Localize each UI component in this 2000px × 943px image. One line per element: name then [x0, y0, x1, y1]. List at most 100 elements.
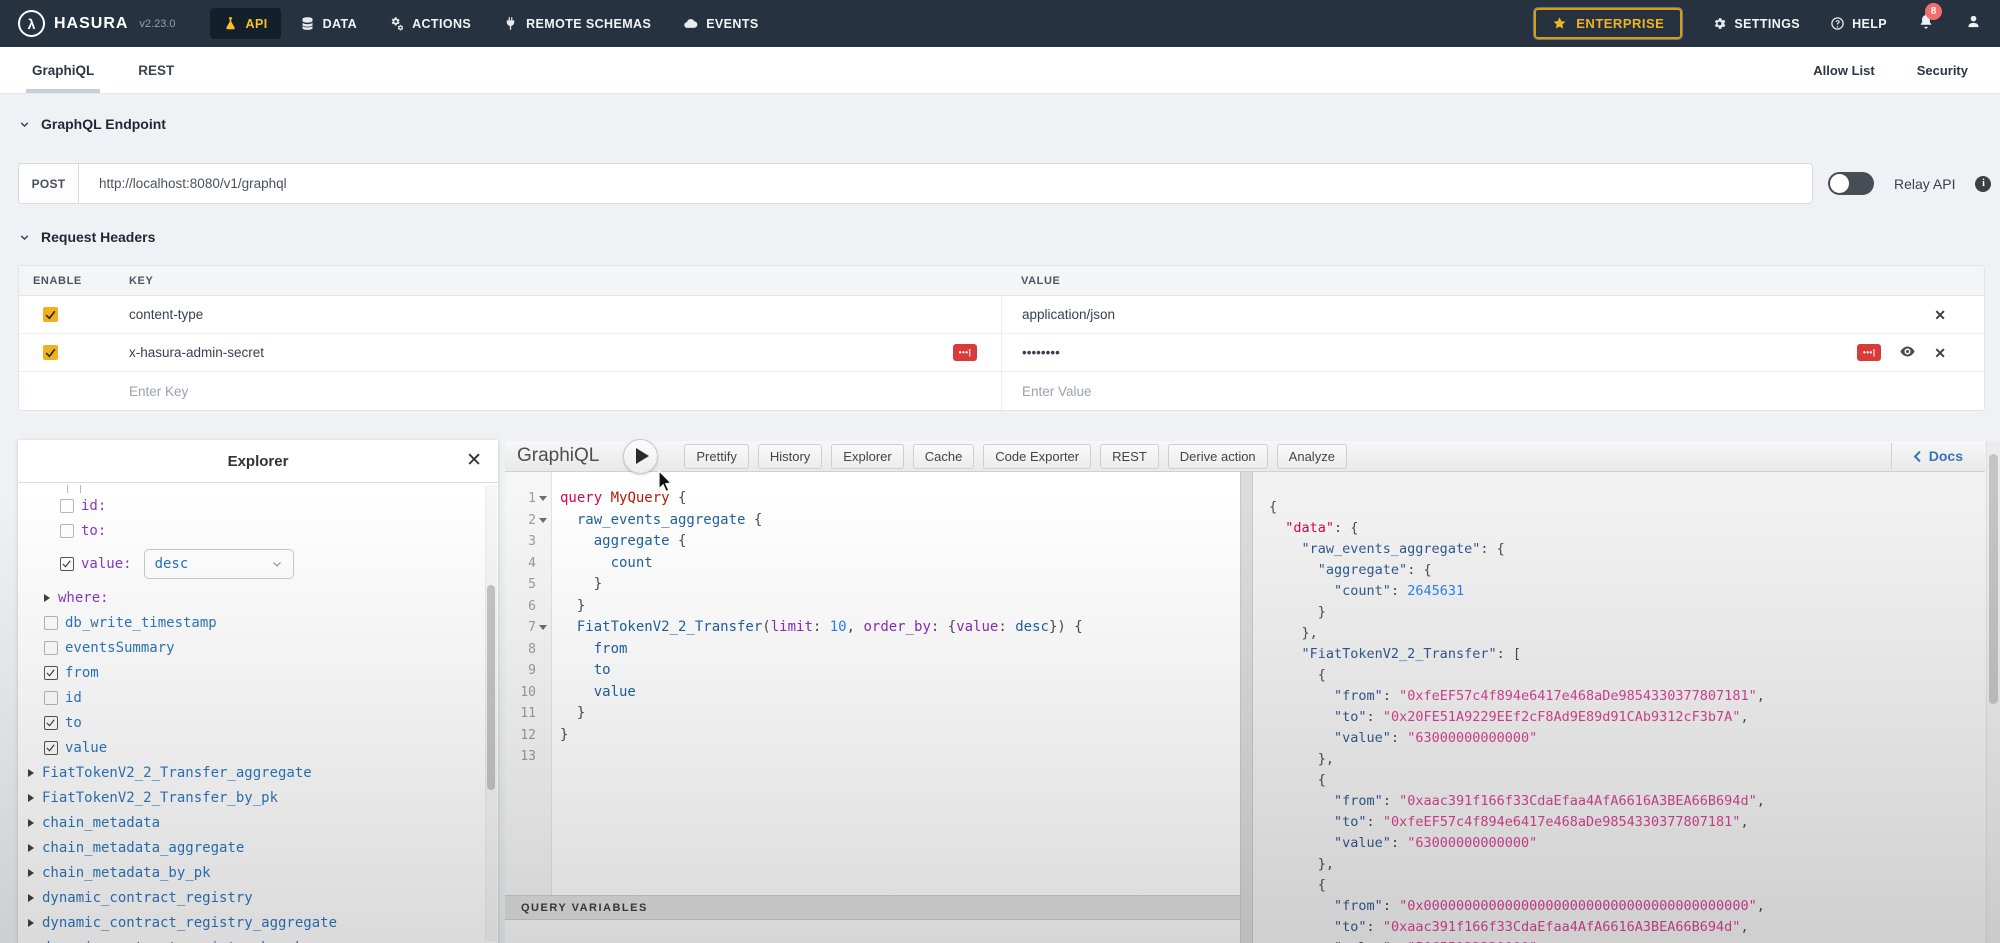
arrow-right-icon[interactable]: [28, 819, 34, 827]
arrow-right-icon[interactable]: [28, 919, 34, 927]
order-direction-select[interactable]: desc: [144, 549, 294, 579]
explorer-field-db_write_timestamp[interactable]: db_write_timestamp: [18, 610, 488, 635]
link-security[interactable]: Security: [1917, 63, 1968, 78]
query-editor[interactable]: 12345678910111213 query MyQuery { raw_ev…: [505, 472, 1240, 943]
secret-badge-icon[interactable]: •••|: [953, 344, 977, 361]
code-line[interactable]: }: [560, 596, 1240, 618]
prettify-button[interactable]: Prettify: [684, 444, 748, 469]
header-value-input[interactable]: application/json: [1022, 307, 1115, 322]
fold-icon[interactable]: [539, 625, 547, 630]
info-icon[interactable]: i: [1975, 176, 1991, 192]
nav-item-data[interactable]: DATA: [287, 8, 370, 39]
settings-button[interactable]: SETTINGS: [1712, 16, 1800, 31]
code-line[interactable]: }: [560, 703, 1240, 725]
fold-icon[interactable]: [539, 496, 547, 501]
field-checkbox[interactable]: [44, 641, 58, 655]
headers-section-header[interactable]: Request Headers: [18, 229, 155, 245]
arrow-right-icon[interactable]: [28, 769, 34, 777]
code-exporter-button[interactable]: Code Exporter: [983, 444, 1091, 469]
response-scrollbar-thumb[interactable]: [1989, 454, 1998, 704]
docs-button[interactable]: Docs: [1891, 443, 1973, 469]
field-checkbox[interactable]: [44, 616, 58, 630]
explorer-button[interactable]: Explorer: [831, 444, 903, 469]
nav-item-remote-schemas[interactable]: REMOTE SCHEMAS: [490, 8, 664, 39]
field-checkbox[interactable]: [60, 524, 74, 538]
explorer-field-dynamic_contract_registry[interactable]: dynamic_contract_registry: [18, 885, 488, 910]
response-scrollbar-track[interactable]: [1986, 441, 2000, 943]
nav-item-api[interactable]: API: [210, 8, 281, 39]
code-line[interactable]: }: [560, 574, 1240, 596]
secret-badge-icon[interactable]: •••|: [1857, 344, 1881, 361]
field-checkbox[interactable]: [44, 666, 58, 680]
field-checkbox[interactable]: [60, 499, 74, 513]
explorer-field-chain_metadata[interactable]: chain_metadata: [18, 810, 488, 835]
fold-icon[interactable]: [539, 518, 547, 523]
notifications-button[interactable]: 8: [1917, 12, 1935, 35]
field-checkbox[interactable]: [44, 716, 58, 730]
explorer-field-FiatTokenV2_2_Transfer_aggregate[interactable]: FiatTokenV2_2_Transfer_aggregate: [18, 760, 488, 785]
hasura-brand[interactable]: λ HASURA v2.23.0: [18, 10, 176, 37]
nav-item-events[interactable]: EVENTS: [670, 8, 771, 39]
endpoint-section-header[interactable]: GraphQL Endpoint: [18, 116, 166, 132]
explorer-field-where[interactable]: where:: [18, 585, 488, 610]
explorer-field-value[interactable]: value: [18, 735, 488, 760]
explorer-field-eventsSummary[interactable]: eventsSummary: [18, 635, 488, 660]
explorer-field-chain_metadata_by_pk[interactable]: chain_metadata_by_pk: [18, 860, 488, 885]
cache-button[interactable]: Cache: [913, 444, 975, 469]
rest-button[interactable]: REST: [1100, 444, 1159, 469]
eye-icon[interactable]: [1899, 343, 1916, 363]
nav-item-actions[interactable]: ACTIONS: [376, 8, 484, 39]
arrow-right-icon[interactable]: [28, 794, 34, 802]
close-icon[interactable]: ✕: [466, 449, 482, 472]
new-key-input[interactable]: Enter Key: [129, 384, 188, 399]
enterprise-button[interactable]: ENTERPRISE: [1534, 8, 1682, 39]
code-line[interactable]: to: [560, 660, 1240, 682]
arrow-right-icon[interactable]: [28, 844, 34, 852]
relay-api-toggle[interactable]: [1828, 172, 1874, 195]
user-menu-button[interactable]: [1965, 13, 1982, 35]
field-checkbox[interactable]: [60, 557, 74, 571]
tab-graphiql[interactable]: GraphiQL: [32, 47, 94, 93]
new-value-input[interactable]: Enter Value: [1022, 384, 1092, 399]
explorer-field-to[interactable]: to: [18, 710, 488, 735]
code-line[interactable]: count: [560, 553, 1240, 575]
code-line[interactable]: query MyQuery {: [560, 488, 1240, 510]
field-checkbox[interactable]: [44, 691, 58, 705]
header-key-input[interactable]: content-type: [129, 307, 203, 322]
explorer-field-to[interactable]: to:: [18, 518, 488, 543]
endpoint-url-input[interactable]: http://localhost:8080/v1/graphql: [79, 164, 1812, 203]
code-line[interactable]: value: [560, 682, 1240, 704]
remove-header-icon[interactable]: ✕: [1934, 308, 1946, 322]
link-allow-list[interactable]: Allow List: [1813, 63, 1874, 78]
code-line[interactable]: from: [560, 639, 1240, 661]
analyze-button[interactable]: Analyze: [1277, 444, 1347, 469]
explorer-scrollbar-thumb[interactable]: [487, 585, 495, 790]
tab-rest[interactable]: REST: [138, 47, 174, 93]
header-enable-checkbox[interactable]: [43, 307, 58, 322]
editor-code[interactable]: query MyQuery { raw_events_aggregate { a…: [552, 472, 1240, 895]
field-checkbox[interactable]: [44, 741, 58, 755]
code-line[interactable]: aggregate {: [560, 531, 1240, 553]
header-value-input[interactable]: ••••••••: [1022, 345, 1060, 360]
explorer-field-id[interactable]: id: [18, 685, 488, 710]
explorer-field-id[interactable]: id:: [18, 493, 488, 518]
explorer-field-from[interactable]: from: [18, 660, 488, 685]
header-enable-checkbox[interactable]: [43, 345, 58, 360]
execute-query-button[interactable]: [623, 439, 658, 474]
explorer-field-dynamic_contract_registry_aggregate[interactable]: dynamic_contract_registry_aggregate: [18, 910, 488, 935]
explorer-field-chain_metadata_aggregate[interactable]: chain_metadata_aggregate: [18, 835, 488, 860]
arrow-right-icon[interactable]: [28, 869, 34, 877]
explorer-field-FiatTokenV2_2_Transfer_by_pk[interactable]: FiatTokenV2_2_Transfer_by_pk: [18, 785, 488, 810]
header-key-input[interactable]: x-hasura-admin-secret: [129, 345, 264, 360]
remove-header-icon[interactable]: ✕: [1934, 346, 1946, 360]
query-variables-bar[interactable]: QUERY VARIABLES: [505, 895, 1240, 920]
pane-resize-handle[interactable]: [1240, 472, 1253, 943]
query-variables-editor[interactable]: [505, 921, 1240, 943]
code-line[interactable]: }: [560, 725, 1240, 747]
arrow-right-icon[interactable]: [28, 894, 34, 902]
code-line[interactable]: raw_events_aggregate {: [560, 510, 1240, 532]
code-line[interactable]: FiatTokenV2_2_Transfer(limit: 10, order_…: [560, 617, 1240, 639]
derive-action-button[interactable]: Derive action: [1168, 444, 1268, 469]
explorer-field-value[interactable]: value:desc: [18, 543, 488, 585]
code-line[interactable]: [560, 746, 1240, 768]
